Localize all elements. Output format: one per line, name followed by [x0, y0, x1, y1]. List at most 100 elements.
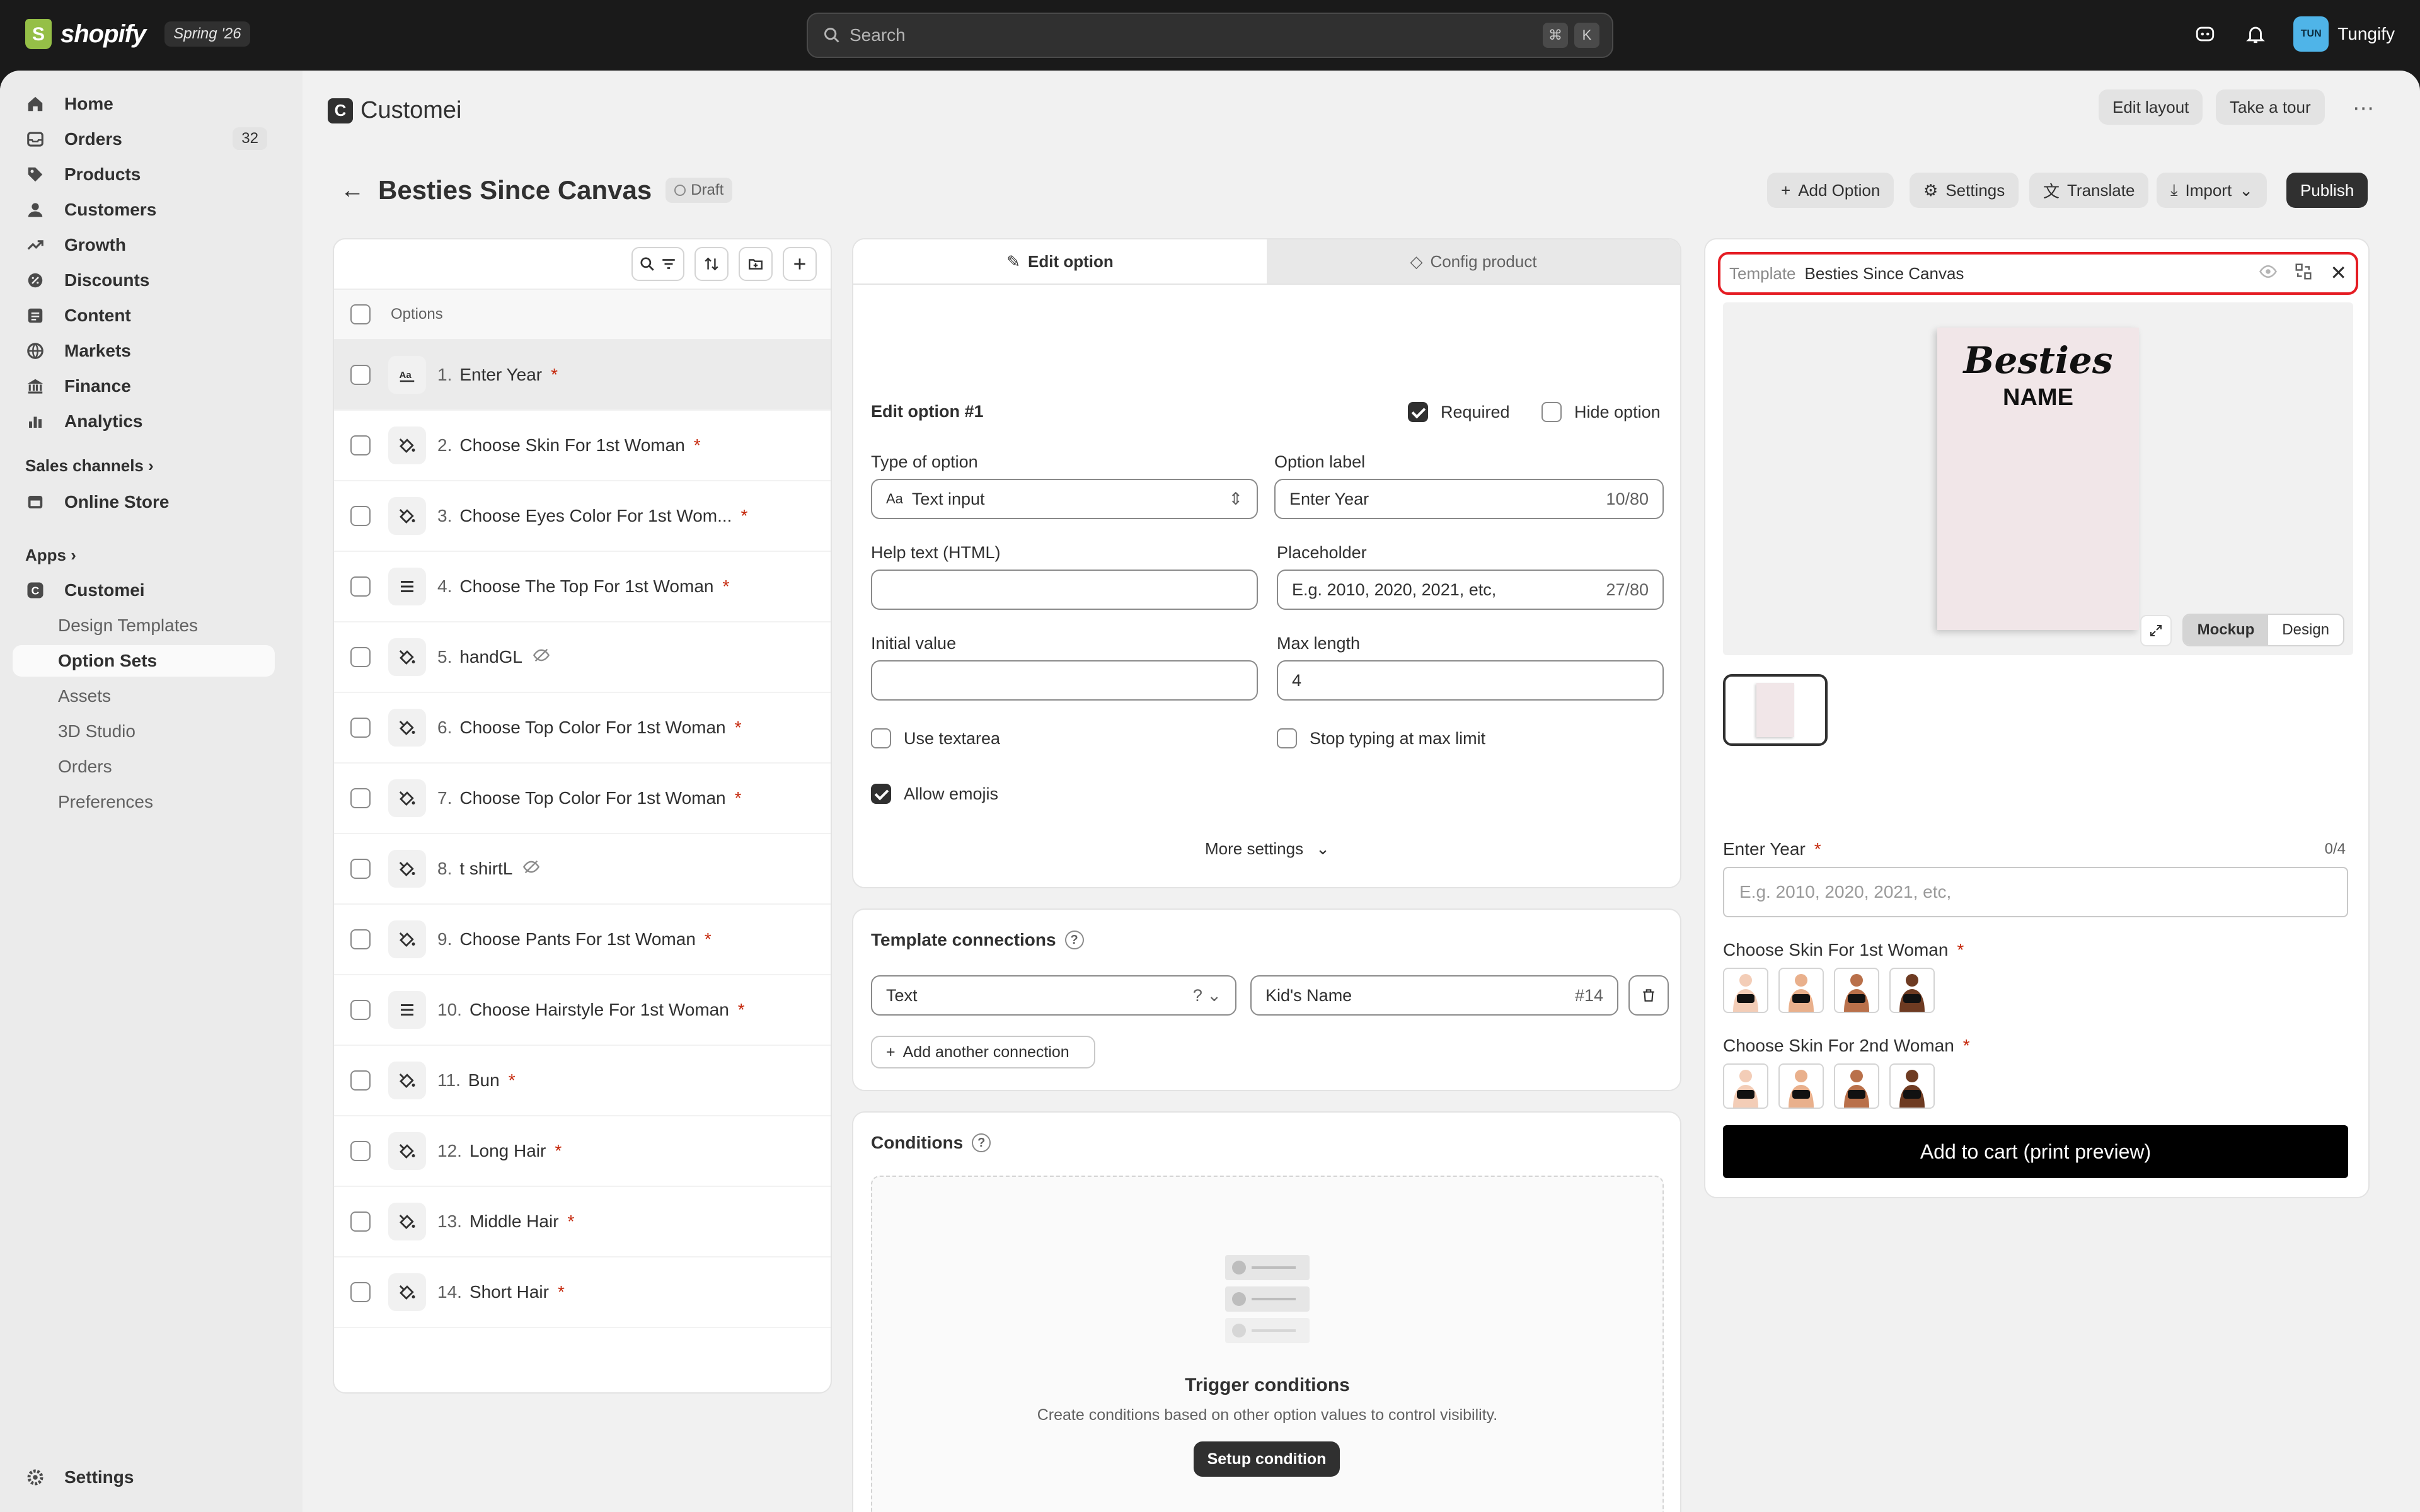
add-option-button[interactable]: + Add Option: [1767, 173, 1894, 208]
tab-config-product[interactable]: ◇ Config product: [1267, 239, 1680, 284]
folder-add-icon[interactable]: [739, 247, 773, 281]
stop-typing-checkbox[interactable]: [1277, 728, 1297, 748]
placeholder-input[interactable]: E.g. 2010, 2020, 2021, etc, 27/80: [1277, 570, 1664, 610]
option-checkbox[interactable]: [350, 1141, 371, 1161]
setup-condition-button[interactable]: Setup condition: [1194, 1441, 1340, 1477]
sidebar-item-online-store[interactable]: Online Store: [13, 486, 275, 518]
option-row[interactable]: Aa 1. Enter Year *: [334, 340, 831, 411]
eye-icon[interactable]: [2259, 262, 2278, 285]
shopify-logo[interactable]: shopify Spring '26: [25, 19, 250, 49]
sidebar-item-settings[interactable]: Settings: [13, 1462, 275, 1493]
skin-swatch[interactable]: [1723, 1063, 1768, 1109]
mockup-mode-button[interactable]: Mockup: [2183, 615, 2269, 645]
sidebar-item-customers[interactable]: Customers: [13, 194, 275, 226]
option-checkbox[interactable]: [350, 506, 371, 526]
search-filter-button[interactable]: [631, 247, 684, 281]
option-checkbox[interactable]: [350, 365, 371, 385]
skin-swatch[interactable]: [1778, 1063, 1824, 1109]
tab-edit-option[interactable]: ✎ Edit option: [853, 239, 1267, 284]
type-of-option-select[interactable]: Aa Text input ⇕: [871, 479, 1258, 519]
sidebar-item-growth[interactable]: Growth: [13, 229, 275, 261]
use-textarea-row[interactable]: Use textarea: [871, 728, 1000, 748]
sidebar-item-discounts[interactable]: Discounts: [13, 265, 275, 296]
sidebar-item-markets[interactable]: Markets: [13, 335, 275, 367]
sidebar-item-content[interactable]: Content: [13, 300, 275, 331]
import-button[interactable]: ⤓ Import ⌄: [2157, 173, 2267, 208]
option-checkbox[interactable]: [350, 718, 371, 738]
help-icon[interactable]: ?: [1064, 931, 1084, 949]
more-actions-icon[interactable]: ⋯: [2351, 96, 2376, 121]
option-row[interactable]: 3. Choose Eyes Color For 1st Wom... *: [334, 481, 831, 552]
swap-icon[interactable]: [2294, 262, 2313, 285]
template-selector[interactable]: Template Besties Since Canvas ✕: [1718, 252, 2358, 295]
skin-swatch[interactable]: [1889, 1063, 1935, 1109]
sidebar-item-customei[interactable]: C Customei: [13, 575, 275, 606]
apps-heading[interactable]: Apps ›: [25, 546, 76, 565]
skin-swatch[interactable]: [1778, 968, 1824, 1013]
option-checkbox[interactable]: [350, 435, 371, 455]
option-row[interactable]: 4. Choose The Top For 1st Woman *: [334, 552, 831, 622]
sidebar-item-orders[interactable]: Orders 32: [13, 123, 275, 155]
option-checkbox[interactable]: [350, 859, 371, 879]
sidebar-item-3d-studio[interactable]: 3D Studio: [13, 716, 275, 747]
translate-button[interactable]: 文 Translate: [2029, 173, 2149, 208]
add-to-cart-button[interactable]: Add to cart (print preview): [1723, 1125, 2348, 1178]
option-row[interactable]: 14. Short Hair *: [334, 1257, 831, 1328]
select-all-checkbox[interactable]: [350, 304, 371, 324]
option-checkbox[interactable]: [350, 1282, 371, 1302]
expand-icon[interactable]: [2140, 615, 2172, 646]
hide-option-checkbox-row[interactable]: Hide option: [1541, 402, 1661, 422]
sales-channels-heading[interactable]: Sales channels ›: [25, 456, 154, 476]
skin-swatch[interactable]: [1834, 968, 1879, 1013]
hide-option-checkbox[interactable]: [1541, 402, 1562, 422]
close-icon[interactable]: ✕: [2330, 261, 2347, 285]
stop-typing-row[interactable]: Stop typing at max limit: [1277, 728, 1485, 748]
option-checkbox[interactable]: [350, 929, 371, 949]
help-icon[interactable]: ?: [972, 1133, 991, 1152]
plus-icon[interactable]: [783, 247, 817, 281]
sidebar-item-design-templates[interactable]: Design Templates: [13, 610, 275, 641]
option-row[interactable]: 7. Choose Top Color For 1st Woman *: [334, 764, 831, 834]
connection-type-select[interactable]: Text ? ⌄: [871, 975, 1236, 1016]
publish-button[interactable]: Publish: [2286, 173, 2368, 208]
help-text-input[interactable]: [871, 570, 1258, 610]
sidebar-item-finance[interactable]: Finance: [13, 370, 275, 402]
trash-icon[interactable]: [1628, 975, 1669, 1016]
sidebar-item-products[interactable]: Products: [13, 159, 275, 190]
add-another-connection-button[interactable]: + Add another connection: [871, 1036, 1095, 1068]
search-bar[interactable]: Search ⌘ K: [807, 13, 1613, 58]
bell-icon[interactable]: [2243, 21, 2268, 47]
skin-swatch[interactable]: [1834, 1063, 1879, 1109]
design-mode-button[interactable]: Design: [2268, 615, 2343, 645]
sort-icon[interactable]: [694, 247, 729, 281]
option-checkbox[interactable]: [350, 1070, 371, 1091]
initial-value-input[interactable]: [871, 660, 1258, 701]
allow-emojis-row[interactable]: Allow emojis: [871, 784, 998, 804]
edit-layout-button[interactable]: Edit layout: [2099, 89, 2203, 125]
sidebar-item-preferences[interactable]: Preferences: [13, 786, 275, 818]
sidekick-icon[interactable]: [2192, 21, 2218, 47]
option-checkbox[interactable]: [350, 576, 371, 597]
settings-button[interactable]: ⚙ Settings: [1910, 173, 2019, 208]
option-row[interactable]: 2. Choose Skin For 1st Woman *: [334, 411, 831, 481]
required-checkbox-row[interactable]: Required: [1408, 402, 1510, 422]
option-checkbox[interactable]: [350, 1000, 371, 1020]
skin-swatch[interactable]: [1723, 968, 1768, 1013]
mockup-thumbnail[interactable]: [1723, 674, 1828, 746]
sidebar-item-assets[interactable]: Assets: [13, 680, 275, 712]
skin-swatch[interactable]: [1889, 968, 1935, 1013]
more-settings-button[interactable]: More settings ⌄: [1205, 839, 1330, 859]
sidebar-item-analytics[interactable]: Analytics: [13, 406, 275, 437]
allow-emojis-checkbox[interactable]: [871, 784, 891, 804]
option-row[interactable]: 9. Choose Pants For 1st Woman *: [334, 905, 831, 975]
max-length-input[interactable]: 4: [1277, 660, 1664, 701]
option-checkbox[interactable]: [350, 647, 371, 667]
use-textarea-checkbox[interactable]: [871, 728, 891, 748]
option-label-input[interactable]: Enter Year 10/80: [1274, 479, 1664, 519]
back-arrow-icon[interactable]: ←: [340, 177, 364, 204]
option-row[interactable]: 8. t shirtL: [334, 834, 831, 905]
option-row[interactable]: 10. Choose Hairstyle For 1st Woman *: [334, 975, 831, 1046]
option-checkbox[interactable]: [350, 788, 371, 808]
option-row[interactable]: 11. Bun *: [334, 1046, 831, 1116]
sidebar-item-home[interactable]: Home: [13, 88, 275, 120]
